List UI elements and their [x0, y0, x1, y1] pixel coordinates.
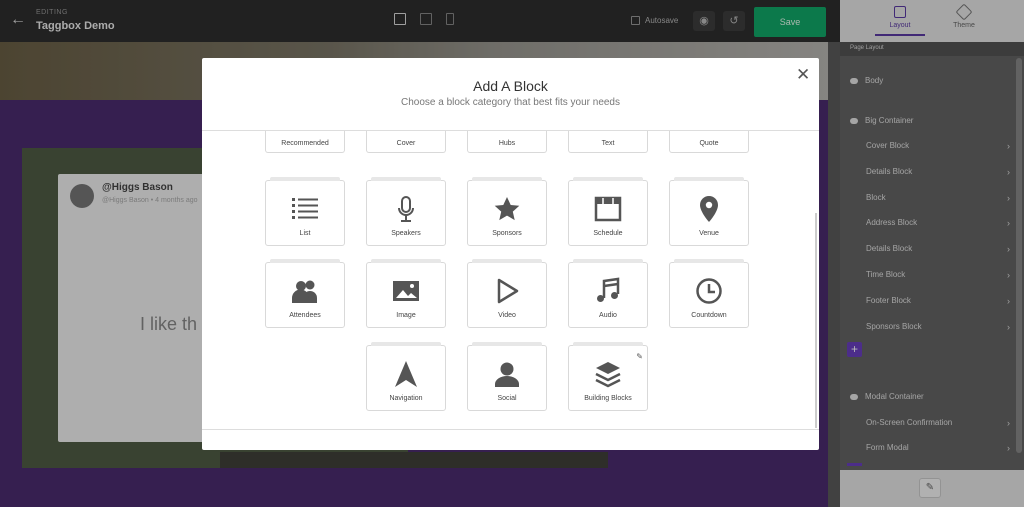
image-icon [392, 277, 420, 305]
block-tile-text[interactable]: Text [568, 131, 648, 153]
block-tile-label: Text [601, 140, 615, 147]
block-tile-video[interactable]: Video [467, 259, 547, 328]
block-tile-image[interactable]: Image [366, 259, 446, 328]
block-tile-label: Hubs [498, 140, 516, 147]
modal-scrollbar[interactable] [815, 213, 817, 428]
modal-footer-divider [202, 429, 819, 430]
block-tile-label: Countdown [691, 312, 727, 319]
block-tile-label: Navigation [389, 395, 423, 402]
block-tile-navigation[interactable]: Navigation [366, 342, 446, 411]
block-tile-recommended[interactable]: Recommended [265, 131, 345, 153]
block-tile-label: Building Blocks [584, 395, 632, 402]
block-tile-attendees[interactable]: Attendees [265, 259, 345, 328]
block-tile-hubs[interactable]: Hubs [467, 131, 547, 153]
layers-icon [594, 360, 622, 388]
block-tile-label: Cover [396, 140, 416, 147]
users-icon [291, 277, 319, 305]
add-block-modal: Add A Block Choose a block category that… [202, 58, 819, 450]
microphone-icon [392, 195, 420, 223]
block-tile-label: Video [498, 312, 516, 319]
block-tile-building-blocks[interactable]: Building Blocks ✎ [568, 342, 648, 411]
person-icon [493, 360, 521, 388]
block-tile-label: List [299, 230, 311, 237]
block-tile-label: Recommended [281, 140, 329, 147]
block-tile-label: Quote [699, 140, 719, 147]
block-tile-schedule[interactable]: Schedule [568, 177, 648, 246]
block-tile-countdown[interactable]: Countdown [669, 259, 749, 328]
block-tile-sponsors[interactable]: Sponsors [467, 177, 547, 246]
block-tile-venue[interactable]: Venue [669, 177, 749, 246]
block-tile-label: Speakers [391, 230, 421, 237]
play-icon [493, 277, 521, 305]
clock-icon [695, 277, 723, 305]
edit-pencil-icon[interactable]: ✎ [636, 352, 643, 361]
calendar-icon [594, 195, 622, 223]
block-tile-label: Attendees [289, 312, 321, 319]
block-tile-quote[interactable]: Quote [669, 131, 749, 153]
modal-title: Add A Block [473, 78, 548, 94]
block-tile-label: Schedule [593, 230, 623, 237]
star-icon [493, 195, 521, 223]
block-tile-speakers[interactable]: Speakers [366, 177, 446, 246]
close-icon[interactable]: ✕ [796, 66, 810, 83]
block-tile-label: Sponsors [492, 230, 522, 237]
modal-subtitle: Choose a block category that best fits y… [400, 97, 620, 108]
block-tile-label: Image [396, 312, 416, 319]
block-tile-audio[interactable]: Audio [568, 259, 648, 328]
block-tile-cover[interactable]: Cover [366, 131, 446, 153]
navigation-arrow-icon [392, 360, 420, 388]
map-pin-icon [695, 195, 723, 223]
music-note-icon [594, 277, 622, 305]
list-icon [291, 195, 319, 223]
block-tile-label: Audio [599, 312, 617, 319]
block-tile-social[interactable]: Social [467, 342, 547, 411]
block-tile-label: Venue [699, 230, 719, 237]
block-tile-label: Social [497, 395, 517, 402]
block-tile-list[interactable]: List [265, 177, 345, 246]
